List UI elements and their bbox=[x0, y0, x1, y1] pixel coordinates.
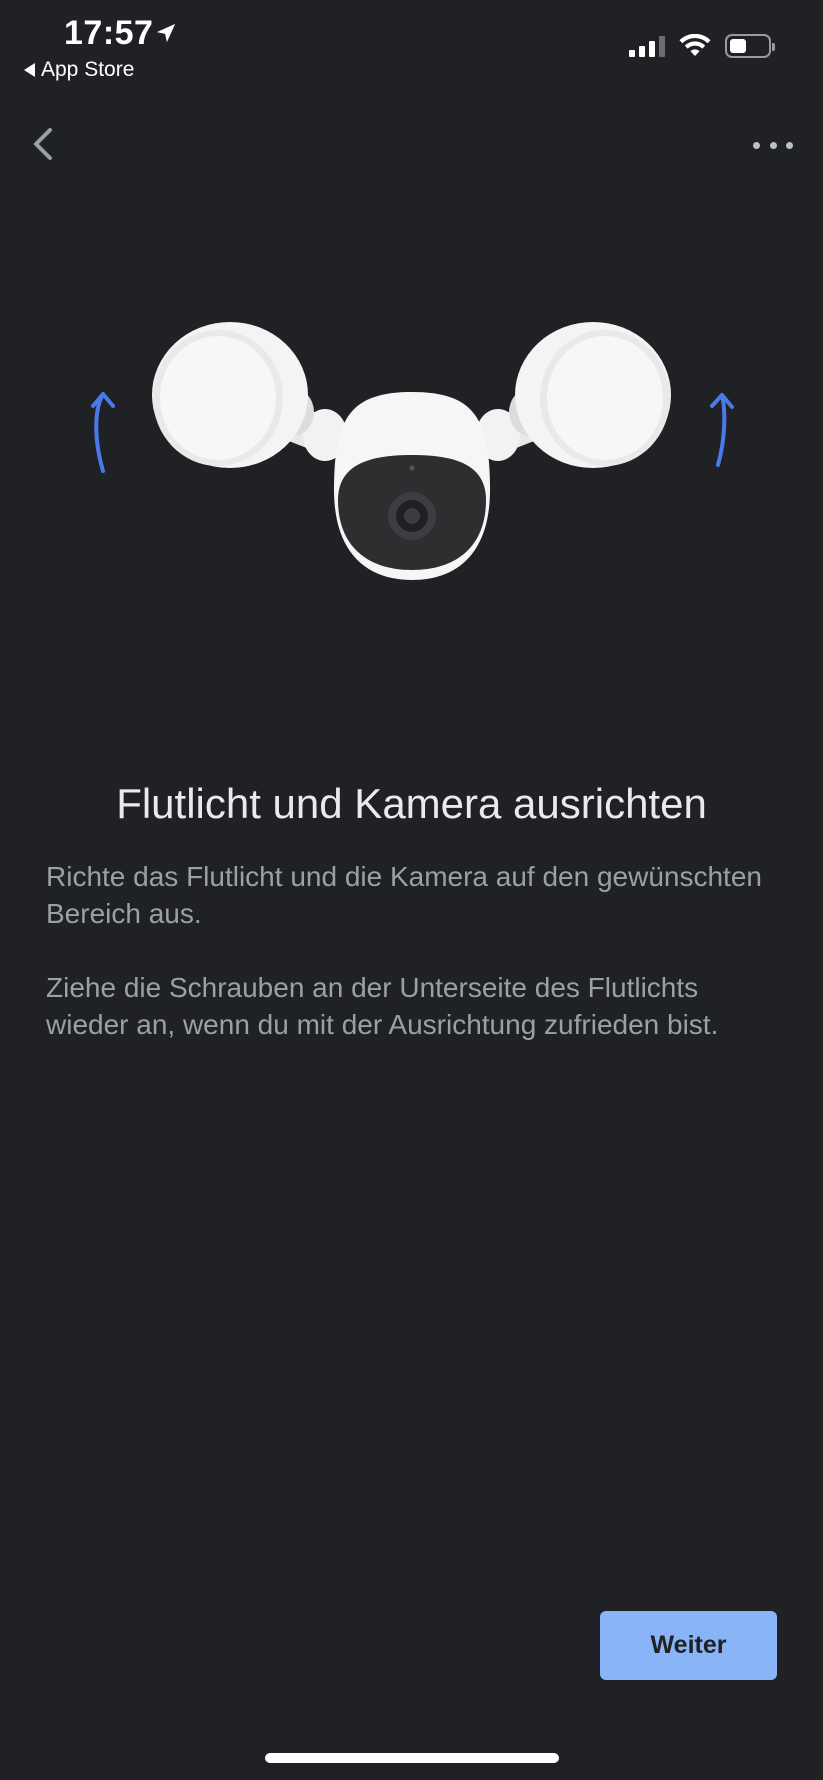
camera-body bbox=[334, 392, 490, 580]
page-title: Flutlicht und Kamera ausrichten bbox=[116, 780, 707, 827]
back-to-app-store[interactable]: App Store bbox=[24, 58, 134, 82]
instruction-paragraph-2: Ziehe die Schrauben an der Unterseite de… bbox=[46, 972, 719, 1040]
left-lamp bbox=[152, 322, 308, 468]
next-button[interactable]: Weiter bbox=[600, 1611, 777, 1680]
instructions: Richte das Flutlicht und die Kamera auf … bbox=[46, 858, 786, 1080]
back-chevron-icon[interactable] bbox=[26, 120, 62, 168]
right-arrow-up-icon bbox=[710, 393, 734, 467]
status-icons bbox=[629, 34, 775, 58]
back-triangle-icon bbox=[24, 63, 35, 77]
battery-icon bbox=[725, 34, 775, 58]
floodlight-camera-illustration bbox=[91, 322, 734, 580]
location-arrow-icon bbox=[156, 23, 176, 43]
more-options-icon[interactable] bbox=[753, 130, 793, 160]
status-bar: 17:57 App Store bbox=[0, 0, 823, 90]
status-time: 17:57 bbox=[64, 14, 154, 52]
back-to-app-label: App Store bbox=[41, 58, 135, 81]
home-indicator[interactable] bbox=[265, 1753, 559, 1763]
instruction-paragraph-1: Richte das Flutlicht und die Kamera auf … bbox=[46, 861, 762, 929]
left-arrow-up-icon bbox=[91, 392, 115, 473]
right-lamp bbox=[515, 322, 671, 468]
wifi-icon bbox=[679, 34, 711, 56]
cellular-signal-icon bbox=[629, 35, 665, 57]
